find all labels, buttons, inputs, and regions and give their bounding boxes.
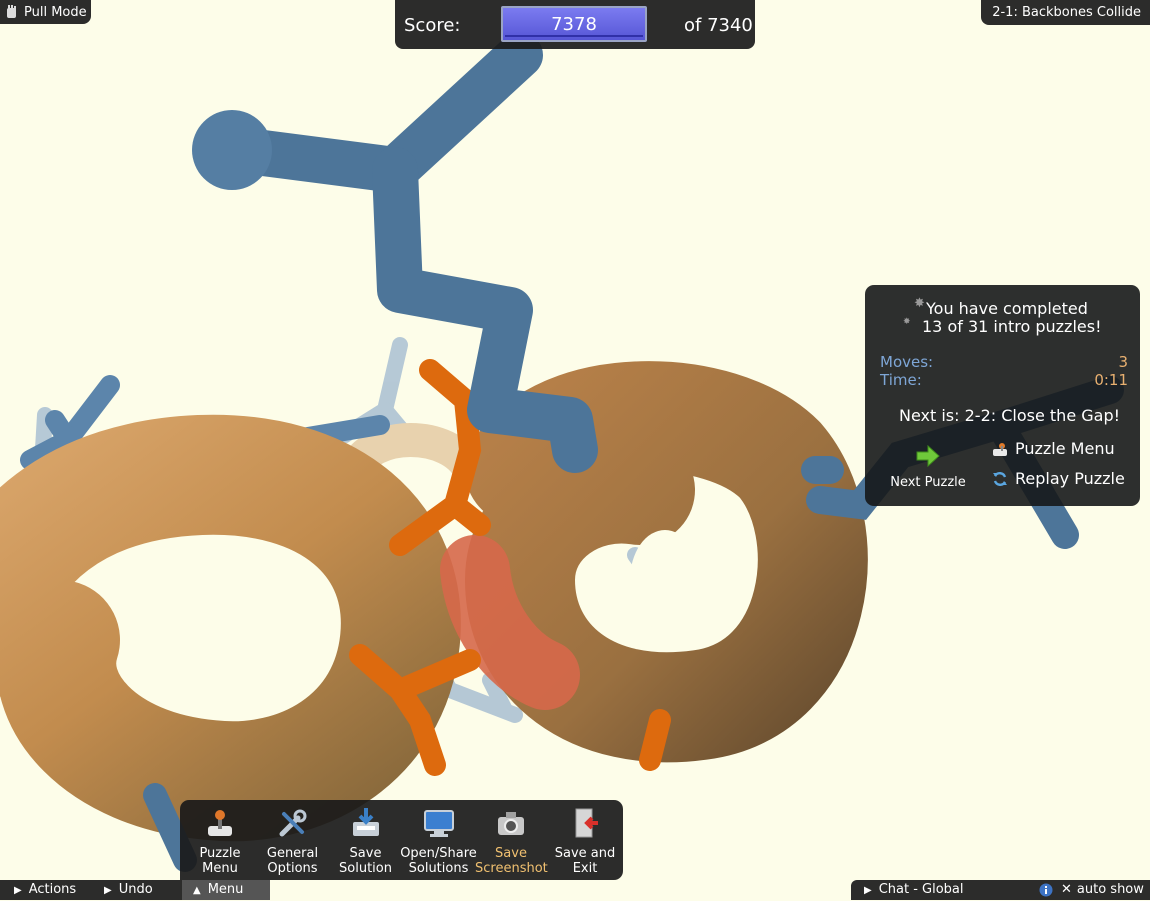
play-triangle-icon: ▶ [864,885,872,896]
refresh-icon [993,471,1007,486]
joystick-icon [208,810,232,836]
score-value-box: 7378 [501,6,647,42]
joystick-icon [993,442,1007,456]
completed-line-2: 13 of 31 intro puzzles! [922,317,1102,336]
time-value: 0:11 [1094,371,1128,389]
toolbar-label: Puzzle Menu [199,846,241,876]
tools-icon [279,809,306,837]
save-screenshot-button[interactable]: Save Screenshot [475,806,548,876]
open-share-solutions-button[interactable]: Open/Share Solutions [400,806,477,876]
bottom-toolbar: Puzzle Menu General Options Save Solution O… [180,800,623,880]
pull-mode-button[interactable]: Pull Mode [0,0,91,24]
bottom-left-bar: ▶ Actions ▶ Undo ▲ Menu [0,880,270,900]
chat-bar: ▶ Chat - Global ✕ auto show [851,880,1150,900]
score-target: of 7340 [684,15,753,36]
moves-label: Moves: [880,353,934,371]
pull-mode-label: Pull Mode [24,4,87,20]
info-icon[interactable] [1039,883,1053,897]
exit-door-icon [575,808,598,838]
save-and-exit-button[interactable]: Save and Exit [552,806,618,876]
save-solution-button[interactable]: Save Solution [337,806,394,876]
play-triangle-icon: ▶ [14,885,22,896]
arrow-right-icon [916,444,940,468]
moves-value: 3 [1118,353,1128,371]
toolbar-label: Save Solution [339,846,392,876]
play-triangle-icon: ▶ [104,885,112,896]
chat-global-button[interactable]: ▶ Chat - Global [864,880,964,900]
puzzle-menu-link[interactable]: Puzzle Menu [992,439,1115,458]
save-icon [352,808,379,836]
auto-show-toggle[interactable]: ✕ auto show [1061,880,1144,900]
general-options-button[interactable]: General Options [264,806,321,876]
hand-icon [7,5,16,18]
time-label: Time: [880,371,922,389]
next-is-text: Next is: 2-2: Close the Gap! [899,406,1121,425]
toolbar-label: Save Screenshot [475,846,548,876]
star-icon: ✸ [903,317,911,327]
helix-right [440,361,868,763]
puzzle-title: 2-1: Backbones Collide [981,0,1150,25]
score-label: Score: [404,15,461,36]
completed-line-1: You have completed [926,299,1088,318]
replay-puzzle-link[interactable]: Replay Puzzle [992,469,1125,488]
score-panel: Score: 7378 of 7340 [395,0,755,49]
star-icon: ✸ [914,296,925,311]
blue-backbone [217,32,598,473]
up-triangle-icon: ▲ [193,885,201,896]
helix-left [0,414,461,842]
actions-button[interactable]: ▶ Actions [14,880,76,900]
toolbar-label: Save and Exit [554,846,616,876]
toolbar-label: Open/Share Solutions [400,846,477,876]
menu-tab[interactable]: ▲ Menu [182,880,270,900]
toolbar-label: General Options [266,846,319,876]
completion-panel: ✸ You have completed ✸ 13 of 31 intro pu… [865,285,1140,506]
monitor-icon [423,810,454,837]
replay-puzzle-label: Replay Puzzle [1015,469,1125,488]
undo-button[interactable]: ▶ Undo [104,880,153,900]
backbone-end [192,110,272,190]
next-puzzle-button[interactable]: Next Puzzle [887,444,969,490]
puzzle-menu-button[interactable]: Puzzle Menu [194,806,246,876]
camera-icon [498,812,524,835]
puzzle-menu-label: Puzzle Menu [1015,439,1115,458]
next-puzzle-label: Next Puzzle [890,475,966,490]
close-icon: ✕ [1061,882,1072,897]
